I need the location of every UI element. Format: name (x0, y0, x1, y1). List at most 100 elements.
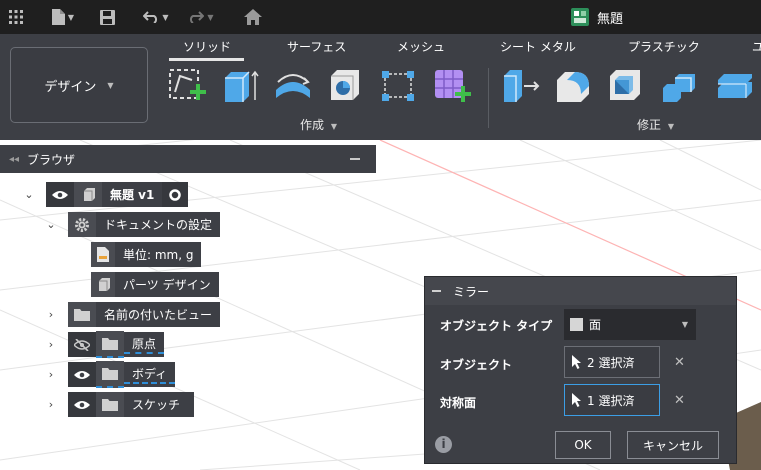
mirror-dialog: ミラー オブジェクト タイプ 面 ▼ オブジェクト 2 選択済 ✕ 対称面 1 … (424, 276, 737, 464)
undo-icon (143, 11, 158, 23)
folder-icon (68, 302, 96, 327)
browser-title: ブラウザ (27, 152, 76, 167)
chevron-right-icon[interactable]: › (44, 398, 58, 412)
create-group-menu[interactable]: 作成 ▼ (300, 116, 337, 133)
ok-button[interactable]: OK (555, 431, 611, 459)
modify-group-label: 修正 (637, 118, 662, 132)
home-icon[interactable] (242, 0, 264, 34)
create-form-icon[interactable] (431, 66, 473, 106)
tree-item-label: パーツ デザイン (123, 278, 211, 292)
toolbar-ribbon: デザイン ▼ ソリッド サーフェス メッシュ シート メタル プラスチック ユ (0, 34, 761, 140)
clear-objects-icon[interactable]: ✕ (674, 356, 686, 369)
file-icon (51, 9, 65, 25)
fillet-icon[interactable] (553, 66, 595, 106)
collapse-panel-icon[interactable]: ◂◂ (9, 154, 19, 165)
folder-icon (96, 361, 124, 388)
tree-item-label: 原点 (124, 335, 165, 354)
dialog-title: ミラー (453, 284, 490, 299)
tree-item-sketches[interactable]: スケッチ (68, 392, 195, 417)
tree-item-document-settings[interactable]: ドキュメントの設定 (68, 212, 221, 237)
cursor-arrow-icon (572, 355, 581, 369)
document-title-tab[interactable]: 無題 (571, 0, 623, 34)
extrude-icon[interactable] (219, 66, 261, 106)
tab-utilities[interactable]: ユ (752, 38, 761, 55)
tree-item-units[interactable]: 単位: mm, g (91, 242, 202, 267)
pattern-icon[interactable] (378, 66, 420, 106)
objects-selection-button[interactable]: 2 選択済 (564, 346, 660, 378)
offset-face-icon[interactable] (712, 66, 754, 106)
save-icon[interactable] (97, 0, 117, 34)
mirror-plane-selection-button[interactable]: 1 選択済 (564, 384, 660, 416)
chevron-down-icon[interactable]: ⌄ (22, 188, 36, 202)
chevron-down-icon: ▼ (162, 12, 169, 22)
objects-label: オブジェクト (440, 358, 513, 372)
file-menu-button[interactable]: ▼ (45, 0, 81, 34)
mirror-plane-selection-value: 1 選択済 (587, 393, 635, 408)
face-icon (570, 318, 583, 331)
document-icon (571, 8, 589, 26)
tree-item-origin[interactable]: 原点 (68, 331, 165, 358)
eye-icon[interactable] (46, 182, 74, 207)
cancel-button[interactable]: キャンセル (627, 431, 719, 459)
chevron-down-icon: ▼ (681, 320, 688, 329)
info-icon[interactable]: i (435, 436, 452, 453)
tree-item-label: 名前の付いたビュー (104, 308, 213, 322)
minimize-panel-icon[interactable] (350, 158, 360, 160)
eye-icon[interactable] (68, 362, 96, 387)
object-type-label: オブジェクト タイプ (440, 319, 553, 333)
press-pull-icon[interactable] (500, 66, 542, 106)
chevron-down-icon: ▼ (107, 80, 114, 90)
chevron-right-icon[interactable]: › (44, 308, 58, 322)
tab-solid[interactable]: ソリッド (183, 38, 231, 55)
chevron-right-icon[interactable]: › (44, 338, 58, 352)
chevron-down-icon: ▼ (667, 122, 674, 131)
undo-button[interactable]: ▼ (138, 0, 174, 34)
activate-radio-icon[interactable] (162, 182, 189, 207)
redo-button[interactable]: ▼ (183, 0, 219, 34)
tree-root[interactable]: 無題 v1 (46, 182, 189, 207)
eye-icon[interactable] (68, 392, 96, 417)
chevron-down-icon: ▼ (67, 12, 75, 22)
combine-icon[interactable] (659, 66, 701, 106)
eye-hidden-icon[interactable] (68, 332, 96, 357)
tab-mesh[interactable]: メッシュ (397, 38, 445, 55)
title-bar: ▼ ▼ ▼ 無題 (0, 0, 761, 34)
objects-selection-value: 2 選択済 (587, 355, 635, 370)
create-sketch-icon[interactable] (166, 66, 208, 106)
redo-icon (190, 11, 205, 23)
tree-item-label: スケッチ (132, 398, 181, 412)
revolve-icon[interactable] (272, 66, 314, 106)
tree-item-label: ドキュメントの設定 (104, 218, 213, 232)
units-document-icon (91, 242, 115, 267)
modify-group-menu[interactable]: 修正 ▼ (637, 116, 674, 133)
collapse-dialog-icon[interactable] (432, 290, 441, 292)
tab-plastic[interactable]: プラスチック (628, 38, 700, 55)
app-grid-icon[interactable] (6, 0, 26, 34)
component-icon (74, 182, 102, 207)
folder-icon (96, 392, 124, 417)
tree-item-named-views[interactable]: 名前の付いたビュー (68, 302, 221, 327)
shell-icon[interactable] (606, 66, 648, 106)
clear-mirror-plane-icon[interactable]: ✕ (674, 394, 686, 407)
create-group-label: 作成 (300, 118, 325, 132)
tree-item-parts-design[interactable]: パーツ デザイン (91, 272, 219, 297)
workspace-switcher[interactable]: デザイン ▼ (10, 47, 148, 123)
cursor-arrow-icon (572, 393, 581, 407)
chevron-right-icon[interactable]: › (44, 368, 58, 382)
document-title: 無題 (597, 11, 624, 27)
object-type-value: 面 (589, 318, 602, 332)
hole-icon[interactable] (325, 66, 367, 106)
tree-root-label: 無題 v1 (110, 188, 155, 202)
tab-surface[interactable]: サーフェス (287, 38, 346, 55)
gear-icon (68, 212, 96, 237)
chevron-down-icon: ▼ (330, 122, 337, 131)
chevron-down-icon: ▼ (207, 12, 214, 22)
active-tab-indicator (169, 58, 244, 61)
tree-item-bodies[interactable]: ボディ (68, 361, 176, 388)
object-type-dropdown[interactable]: 面 ▼ (564, 309, 696, 340)
chevron-down-icon[interactable]: ⌄ (44, 218, 58, 232)
tree-item-label: ボディ (124, 365, 176, 384)
part-icon (91, 272, 115, 297)
tab-sheet-metal[interactable]: シート メタル (500, 38, 576, 55)
mirror-plane-label: 対称面 (440, 396, 477, 410)
